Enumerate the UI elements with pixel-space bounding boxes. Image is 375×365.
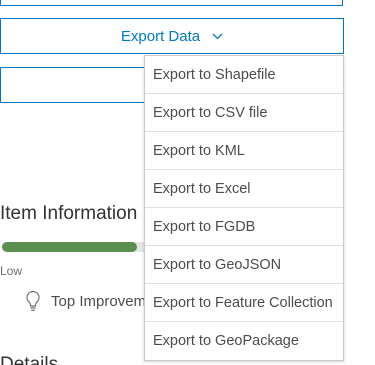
item-information-progress [2, 242, 152, 252]
export-data-label: Export Data [120, 27, 201, 45]
menu-item-export-excel[interactable]: Export to Excel [145, 170, 343, 208]
details-title: Details [0, 354, 59, 365]
export-menu: Export to Shapefile Export to CSV file E… [144, 55, 344, 361]
chevron-down-icon [212, 33, 223, 40]
menu-item-export-geojson[interactable]: Export to GeoJSON [145, 246, 343, 284]
menu-item-export-shapefile[interactable]: Export to Shapefile [145, 56, 343, 94]
item-page: Export Data Item Information Low Top Imp… [0, 0, 375, 365]
progress-level-label: Low [0, 264, 23, 278]
secondary-action-button[interactable] [0, 67, 160, 103]
previous-action-button[interactable] [0, 0, 343, 6]
export-data-button[interactable]: Export Data [0, 18, 344, 54]
menu-item-export-feature-collection[interactable]: Export to Feature Collection [145, 284, 343, 322]
lightbulb-icon [25, 290, 41, 312]
menu-item-export-kml[interactable]: Export to KML [145, 132, 343, 170]
progress-fill [2, 242, 137, 252]
menu-item-export-geopackage[interactable]: Export to GeoPackage [145, 322, 343, 360]
menu-item-export-csv[interactable]: Export to CSV file [145, 94, 343, 132]
menu-item-export-fgdb[interactable]: Export to FGDB [145, 208, 343, 246]
item-information-title: Item Information [0, 203, 138, 224]
